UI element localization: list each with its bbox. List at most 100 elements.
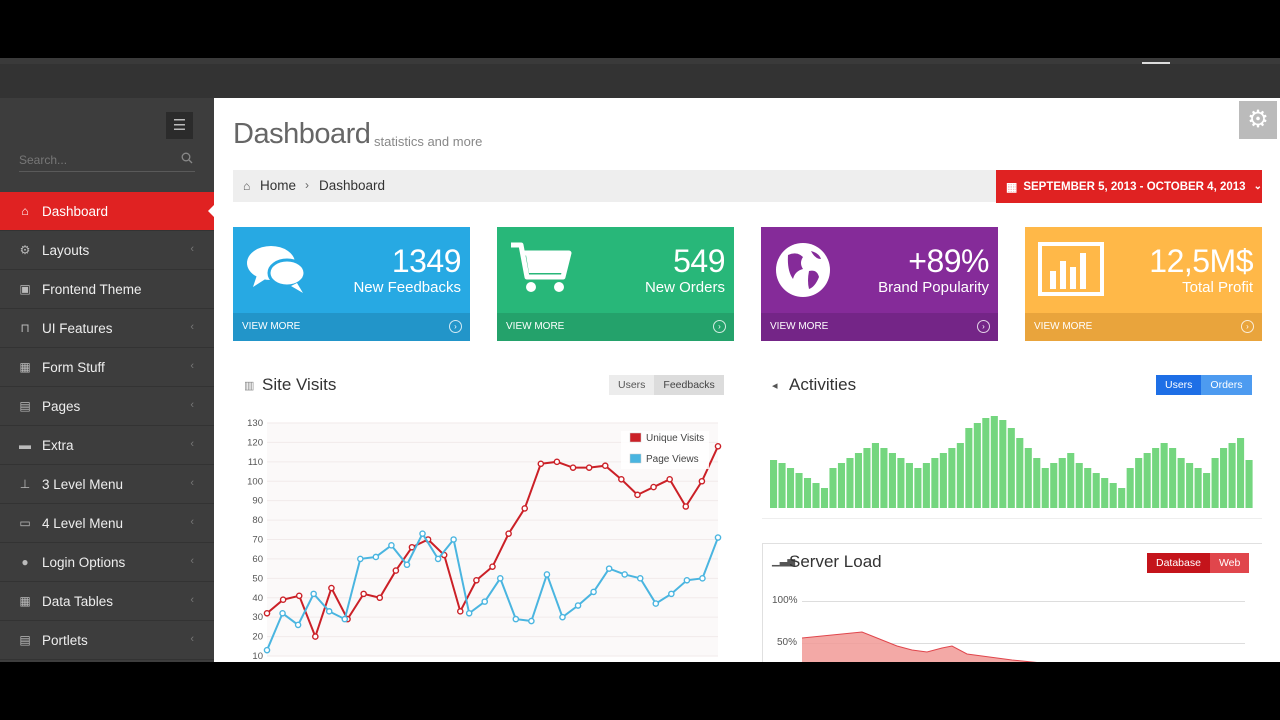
data-point[interactable]: [357, 555, 364, 563]
data-point[interactable]: [650, 483, 657, 491]
data-point[interactable]: [569, 464, 577, 471]
data-point[interactable]: [456, 608, 464, 615]
data-point[interactable]: [559, 613, 566, 621]
data-point[interactable]: [328, 584, 335, 592]
sidebar-item-portlets[interactable]: ▤ Portlets ‹: [0, 621, 214, 660]
activity-bar: [1075, 463, 1083, 508]
data-point[interactable]: [590, 588, 597, 596]
sidebar-item-4-level-menu[interactable]: ▭ 4 Level Menu ‹: [0, 504, 214, 543]
data-point[interactable]: [360, 590, 367, 598]
data-point[interactable]: [263, 609, 271, 617]
data-point[interactable]: [388, 542, 395, 549]
data-point[interactable]: [489, 563, 496, 570]
search-input[interactable]: [19, 150, 169, 170]
data-point[interactable]: [666, 476, 673, 483]
sidebar-item-form-stuff[interactable]: ▦ Form Stuff ‹: [0, 348, 214, 387]
view-more-link[interactable]: VIEW MORE ›: [761, 313, 998, 341]
activity-bar: [770, 460, 778, 508]
view-more-link[interactable]: VIEW MORE ›: [1025, 313, 1262, 341]
tab-users[interactable]: Users: [609, 375, 655, 395]
sidebar-item-pages[interactable]: ▤ Pages ‹: [0, 387, 214, 426]
data-point[interactable]: [372, 553, 380, 561]
site-visits-chart: 130 120 110 100 90 80 70 60 50 40 30 20 10 Unique Vis…: [247, 418, 722, 662]
data-point[interactable]: [553, 458, 561, 466]
data-point[interactable]: [714, 534, 722, 541]
data-point[interactable]: [621, 571, 628, 578]
data-point[interactable]: [473, 576, 480, 584]
tab-orders[interactable]: Orders: [1201, 375, 1252, 395]
view-more-label: VIEW MORE: [506, 321, 565, 332]
activity-bar: [1024, 448, 1032, 508]
data-point[interactable]: [605, 565, 613, 572]
data-point[interactable]: [496, 575, 504, 582]
data-point[interactable]: [601, 462, 609, 470]
search-icon[interactable]: [181, 152, 193, 164]
data-point[interactable]: [312, 633, 319, 640]
data-point[interactable]: [450, 536, 457, 543]
tab-users[interactable]: Users: [1156, 375, 1202, 395]
data-point[interactable]: [403, 561, 411, 569]
data-point[interactable]: [505, 530, 512, 537]
data-point[interactable]: [714, 442, 722, 450]
view-more-link[interactable]: VIEW MORE ›: [233, 313, 470, 341]
main-content: Dashboard statistics and more ⚙ ⌂ Home ›…: [214, 98, 1280, 662]
data-point[interactable]: [325, 608, 333, 615]
data-point[interactable]: [618, 476, 625, 483]
data-point[interactable]: [419, 530, 426, 537]
y-tick-label: 20: [252, 632, 263, 643]
data-point[interactable]: [698, 477, 706, 485]
sidebar-item-login-options[interactable]: ● Login Options ‹: [0, 543, 214, 582]
y-tick-label: 130: [247, 418, 263, 429]
sidebar-item-layouts[interactable]: ⚙ Layouts ‹: [0, 231, 214, 270]
data-point[interactable]: [434, 555, 442, 563]
date-range-picker[interactable]: ▦ SEPTEMBER 5, 2013 - OCTOBER 4, 2013 ⌄: [996, 170, 1262, 203]
sidebar-item-ui-features[interactable]: ⊓ UI Features ‹: [0, 309, 214, 348]
data-point[interactable]: [263, 646, 271, 654]
data-point[interactable]: [512, 615, 520, 623]
tab-database[interactable]: Database: [1147, 553, 1210, 573]
data-point[interactable]: [528, 617, 535, 625]
data-point[interactable]: [652, 600, 660, 607]
data-point[interactable]: [521, 505, 529, 512]
data-point[interactable]: [481, 598, 489, 605]
breadcrumb-home-link[interactable]: Home: [260, 178, 296, 193]
tab-feedbacks[interactable]: Feedbacks: [654, 375, 724, 395]
data-point[interactable]: [585, 464, 593, 471]
sidebar-item-frontend-theme[interactable]: ▣ Frontend Theme: [0, 270, 214, 309]
data-point[interactable]: [683, 576, 691, 584]
data-point[interactable]: [699, 575, 706, 582]
gear-icon[interactable]: ⚙: [1239, 101, 1277, 139]
sidebar-item-3-level-menu[interactable]: ⊥ 3 Level Menu ‹: [0, 465, 214, 504]
data-point[interactable]: [295, 592, 303, 600]
y-tick-label: 70: [252, 535, 263, 546]
sidebar-item-data-tables[interactable]: ▦ Data Tables ‹: [0, 582, 214, 621]
cogs-icon: ⚙: [19, 243, 31, 257]
data-point[interactable]: [341, 615, 349, 623]
data-point[interactable]: [574, 602, 582, 609]
data-point[interactable]: [310, 590, 317, 598]
data-point[interactable]: [376, 594, 384, 602]
data-point[interactable]: [636, 575, 644, 582]
data-point[interactable]: [543, 571, 551, 578]
tab-web[interactable]: Web: [1209, 553, 1250, 573]
activity-bar: [846, 458, 854, 508]
data-point[interactable]: [682, 503, 690, 510]
view-more-link[interactable]: VIEW MORE ›: [497, 313, 734, 341]
data-point[interactable]: [279, 609, 286, 617]
sidebar-item-extra[interactable]: ▬ Extra ‹: [0, 426, 214, 465]
panel-divider: [762, 518, 1262, 519]
arrow-circle-right-icon: ›: [1241, 320, 1254, 333]
data-point[interactable]: [392, 567, 400, 574]
data-point[interactable]: [279, 596, 287, 603]
data-point[interactable]: [634, 491, 641, 499]
activity-bar: [1194, 468, 1202, 508]
activity-bar: [1067, 453, 1075, 508]
data-point[interactable]: [294, 621, 302, 629]
sidebar-item-dashboard[interactable]: ⌂ Dashboard: [0, 192, 215, 231]
view-more-label: VIEW MORE: [1034, 321, 1093, 332]
sidebar-toggle-icon[interactable]: ☰: [166, 112, 193, 139]
data-point[interactable]: [465, 609, 473, 617]
stat-number: 549: [673, 243, 725, 279]
data-point[interactable]: [537, 460, 545, 468]
data-point[interactable]: [668, 590, 675, 598]
